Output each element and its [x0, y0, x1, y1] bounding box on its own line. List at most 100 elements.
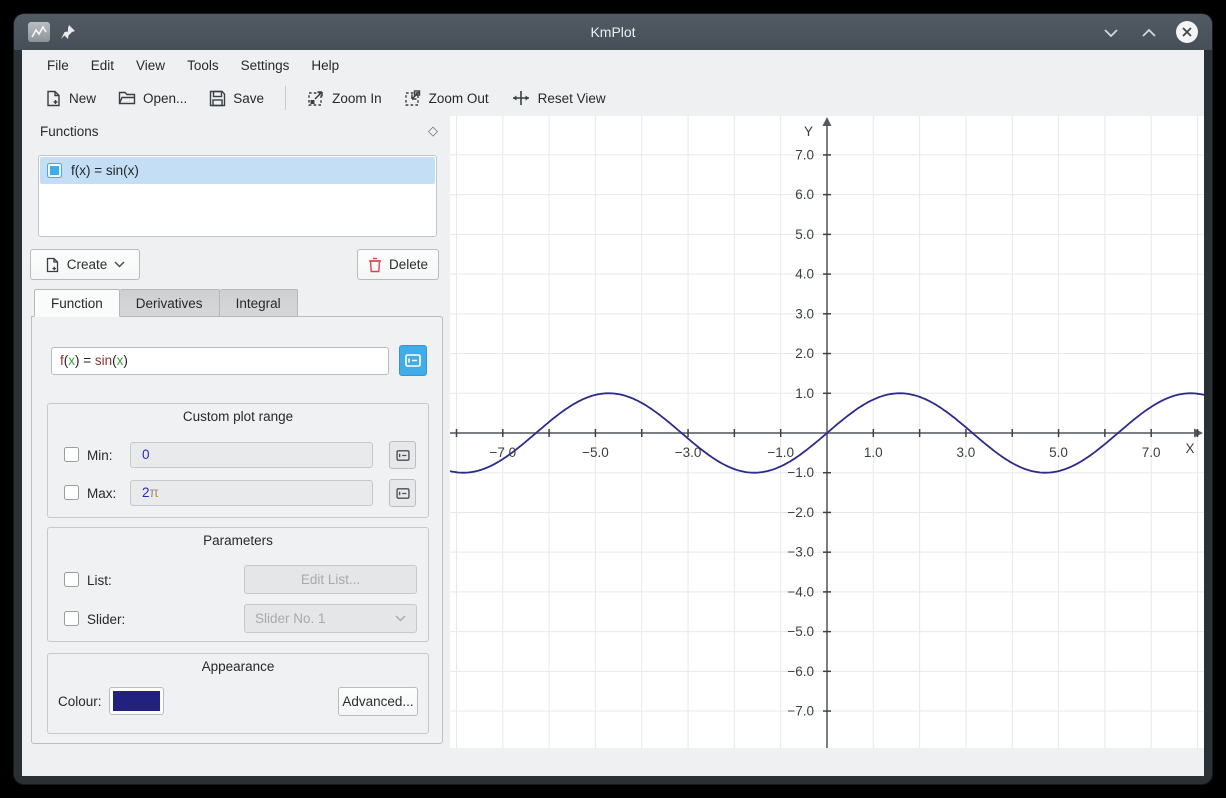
plot-canvas[interactable]: −7.0−5.0−3.0−1.01.03.05.07.0−7.0−6.0−5.0…	[450, 116, 1204, 748]
custom-plot-range-title: Custom plot range	[48, 404, 428, 424]
list-checkbox[interactable]	[64, 572, 79, 587]
equation-editor-icon	[396, 488, 410, 499]
svg-text:1.0: 1.0	[795, 386, 814, 401]
svg-text:3.0: 3.0	[957, 445, 976, 460]
menu-edit[interactable]: Edit	[80, 54, 125, 77]
svg-text:−1.0: −1.0	[787, 465, 814, 480]
custom-plot-range-group: Custom plot range Min: 0 Max: 2π	[47, 403, 429, 518]
appearance-group: Appearance Colour: Advanced...	[47, 653, 429, 734]
svg-text:5.0: 5.0	[1049, 445, 1068, 460]
colour-label: Colour:	[58, 694, 102, 709]
reset-view-label: Reset View	[538, 91, 606, 106]
create-function-icon	[45, 257, 60, 273]
function-tab-pane: f(x) = sin(x) Custom plot range Min: 0	[31, 316, 443, 744]
plot-area[interactable]: −7.0−5.0−3.0−1.01.03.05.07.0−7.0−6.0−5.0…	[450, 116, 1204, 748]
tabbar: Function Derivatives Integral	[34, 289, 298, 317]
window-title: KmPlot	[14, 24, 1212, 40]
svg-text:X: X	[1185, 441, 1194, 456]
window-body: File Edit View Tools Settings Help New	[22, 50, 1204, 776]
menu-settings[interactable]: Settings	[230, 54, 301, 77]
svg-text:−3.0: −3.0	[787, 545, 814, 560]
titlebar: KmPlot	[14, 14, 1212, 50]
max-input: 2π	[130, 480, 373, 506]
zoom-in-icon	[307, 89, 325, 107]
new-file-icon	[45, 90, 62, 107]
function-list-item[interactable]: f(x) = sin(x)	[40, 157, 435, 184]
new-button[interactable]: New	[36, 85, 105, 112]
svg-text:7.0: 7.0	[795, 147, 814, 162]
svg-text:1.0: 1.0	[864, 445, 883, 460]
chevron-down-icon	[114, 261, 125, 268]
zoom-in-label: Zoom In	[332, 91, 382, 106]
equation-editor-button[interactable]	[399, 345, 427, 376]
maximize-icon[interactable]	[1138, 21, 1160, 43]
parameters-group: Parameters List: Edit List... Slider: Sl…	[47, 527, 429, 642]
kmplot-window: KmPlot File Edit View Tools Settings Hel…	[14, 14, 1212, 784]
max-checkbox[interactable]	[64, 485, 79, 500]
tab-integral[interactable]: Integral	[220, 289, 298, 317]
min-checkbox[interactable]	[64, 447, 79, 462]
menubar: File Edit View Tools Settings Help	[22, 50, 1204, 80]
new-label: New	[69, 91, 96, 106]
edit-list-button: Edit List...	[244, 565, 417, 594]
zoom-out-icon	[404, 89, 422, 107]
shade-window-icon[interactable]	[1100, 21, 1122, 43]
open-button[interactable]: Open...	[109, 85, 196, 111]
min-input: 0	[130, 442, 373, 468]
svg-text:4.0: 4.0	[795, 267, 814, 282]
colour-swatch	[113, 691, 160, 711]
equation-editor-icon	[405, 354, 421, 367]
menu-help[interactable]: Help	[300, 54, 350, 77]
equation-editor-icon	[396, 450, 410, 461]
colour-swatch-button[interactable]	[109, 687, 164, 715]
chevron-down-icon	[395, 615, 406, 622]
max-equation-editor-button	[389, 479, 416, 507]
tab-function[interactable]: Function	[34, 289, 120, 317]
slider-checkbox[interactable]	[64, 611, 79, 626]
equation-input[interactable]: f(x) = sin(x)	[51, 347, 389, 375]
svg-text:−4.0: −4.0	[787, 584, 814, 599]
close-icon[interactable]	[1176, 21, 1198, 43]
menu-view[interactable]: View	[125, 54, 176, 77]
delete-label: Delete	[389, 257, 428, 272]
svg-text:6.0: 6.0	[795, 187, 814, 202]
zoom-out-button[interactable]: Zoom Out	[395, 84, 498, 112]
delete-icon	[368, 257, 382, 273]
reset-view-icon	[511, 89, 531, 107]
list-label: List:	[87, 573, 112, 588]
parameters-title: Parameters	[48, 528, 428, 548]
svg-text:5.0: 5.0	[795, 227, 814, 242]
menu-file[interactable]: File	[36, 54, 80, 77]
svg-text:−5.0: −5.0	[787, 624, 814, 639]
svg-text:3.0: 3.0	[795, 306, 814, 321]
reset-view-button[interactable]: Reset View	[502, 84, 615, 112]
advanced-button[interactable]: Advanced...	[338, 687, 418, 716]
save-icon	[209, 90, 226, 107]
svg-text:7.0: 7.0	[1142, 445, 1161, 460]
svg-text:−7.0: −7.0	[787, 704, 814, 719]
tab-derivatives[interactable]: Derivatives	[120, 289, 220, 317]
svg-text:−2.0: −2.0	[787, 505, 814, 520]
function-visibility-checkbox[interactable]	[47, 163, 62, 178]
zoom-in-button[interactable]: Zoom In	[298, 84, 391, 112]
zoom-out-label: Zoom Out	[429, 91, 489, 106]
max-label: Max:	[87, 486, 116, 501]
save-label: Save	[233, 91, 264, 106]
delete-button[interactable]: Delete	[357, 249, 439, 280]
dock-title: Functions	[40, 124, 99, 139]
save-button[interactable]: Save	[200, 85, 273, 112]
svg-text:Y: Y	[804, 124, 813, 139]
svg-text:−1.0: −1.0	[767, 445, 794, 460]
create-button[interactable]: Create	[30, 249, 140, 280]
open-label: Open...	[143, 91, 187, 106]
svg-text:2.0: 2.0	[795, 346, 814, 361]
toolbar: New Open... Save	[22, 80, 1204, 116]
slider-label: Slider:	[87, 612, 125, 627]
appearance-title: Appearance	[48, 654, 428, 674]
slider-select: Slider No. 1	[244, 604, 417, 633]
float-dock-icon[interactable]: ◇	[428, 123, 438, 139]
menu-tools[interactable]: Tools	[176, 54, 230, 77]
toolbar-separator	[285, 86, 286, 110]
svg-text:−5.0: −5.0	[582, 445, 609, 460]
slider-select-value: Slider No. 1	[255, 611, 326, 626]
